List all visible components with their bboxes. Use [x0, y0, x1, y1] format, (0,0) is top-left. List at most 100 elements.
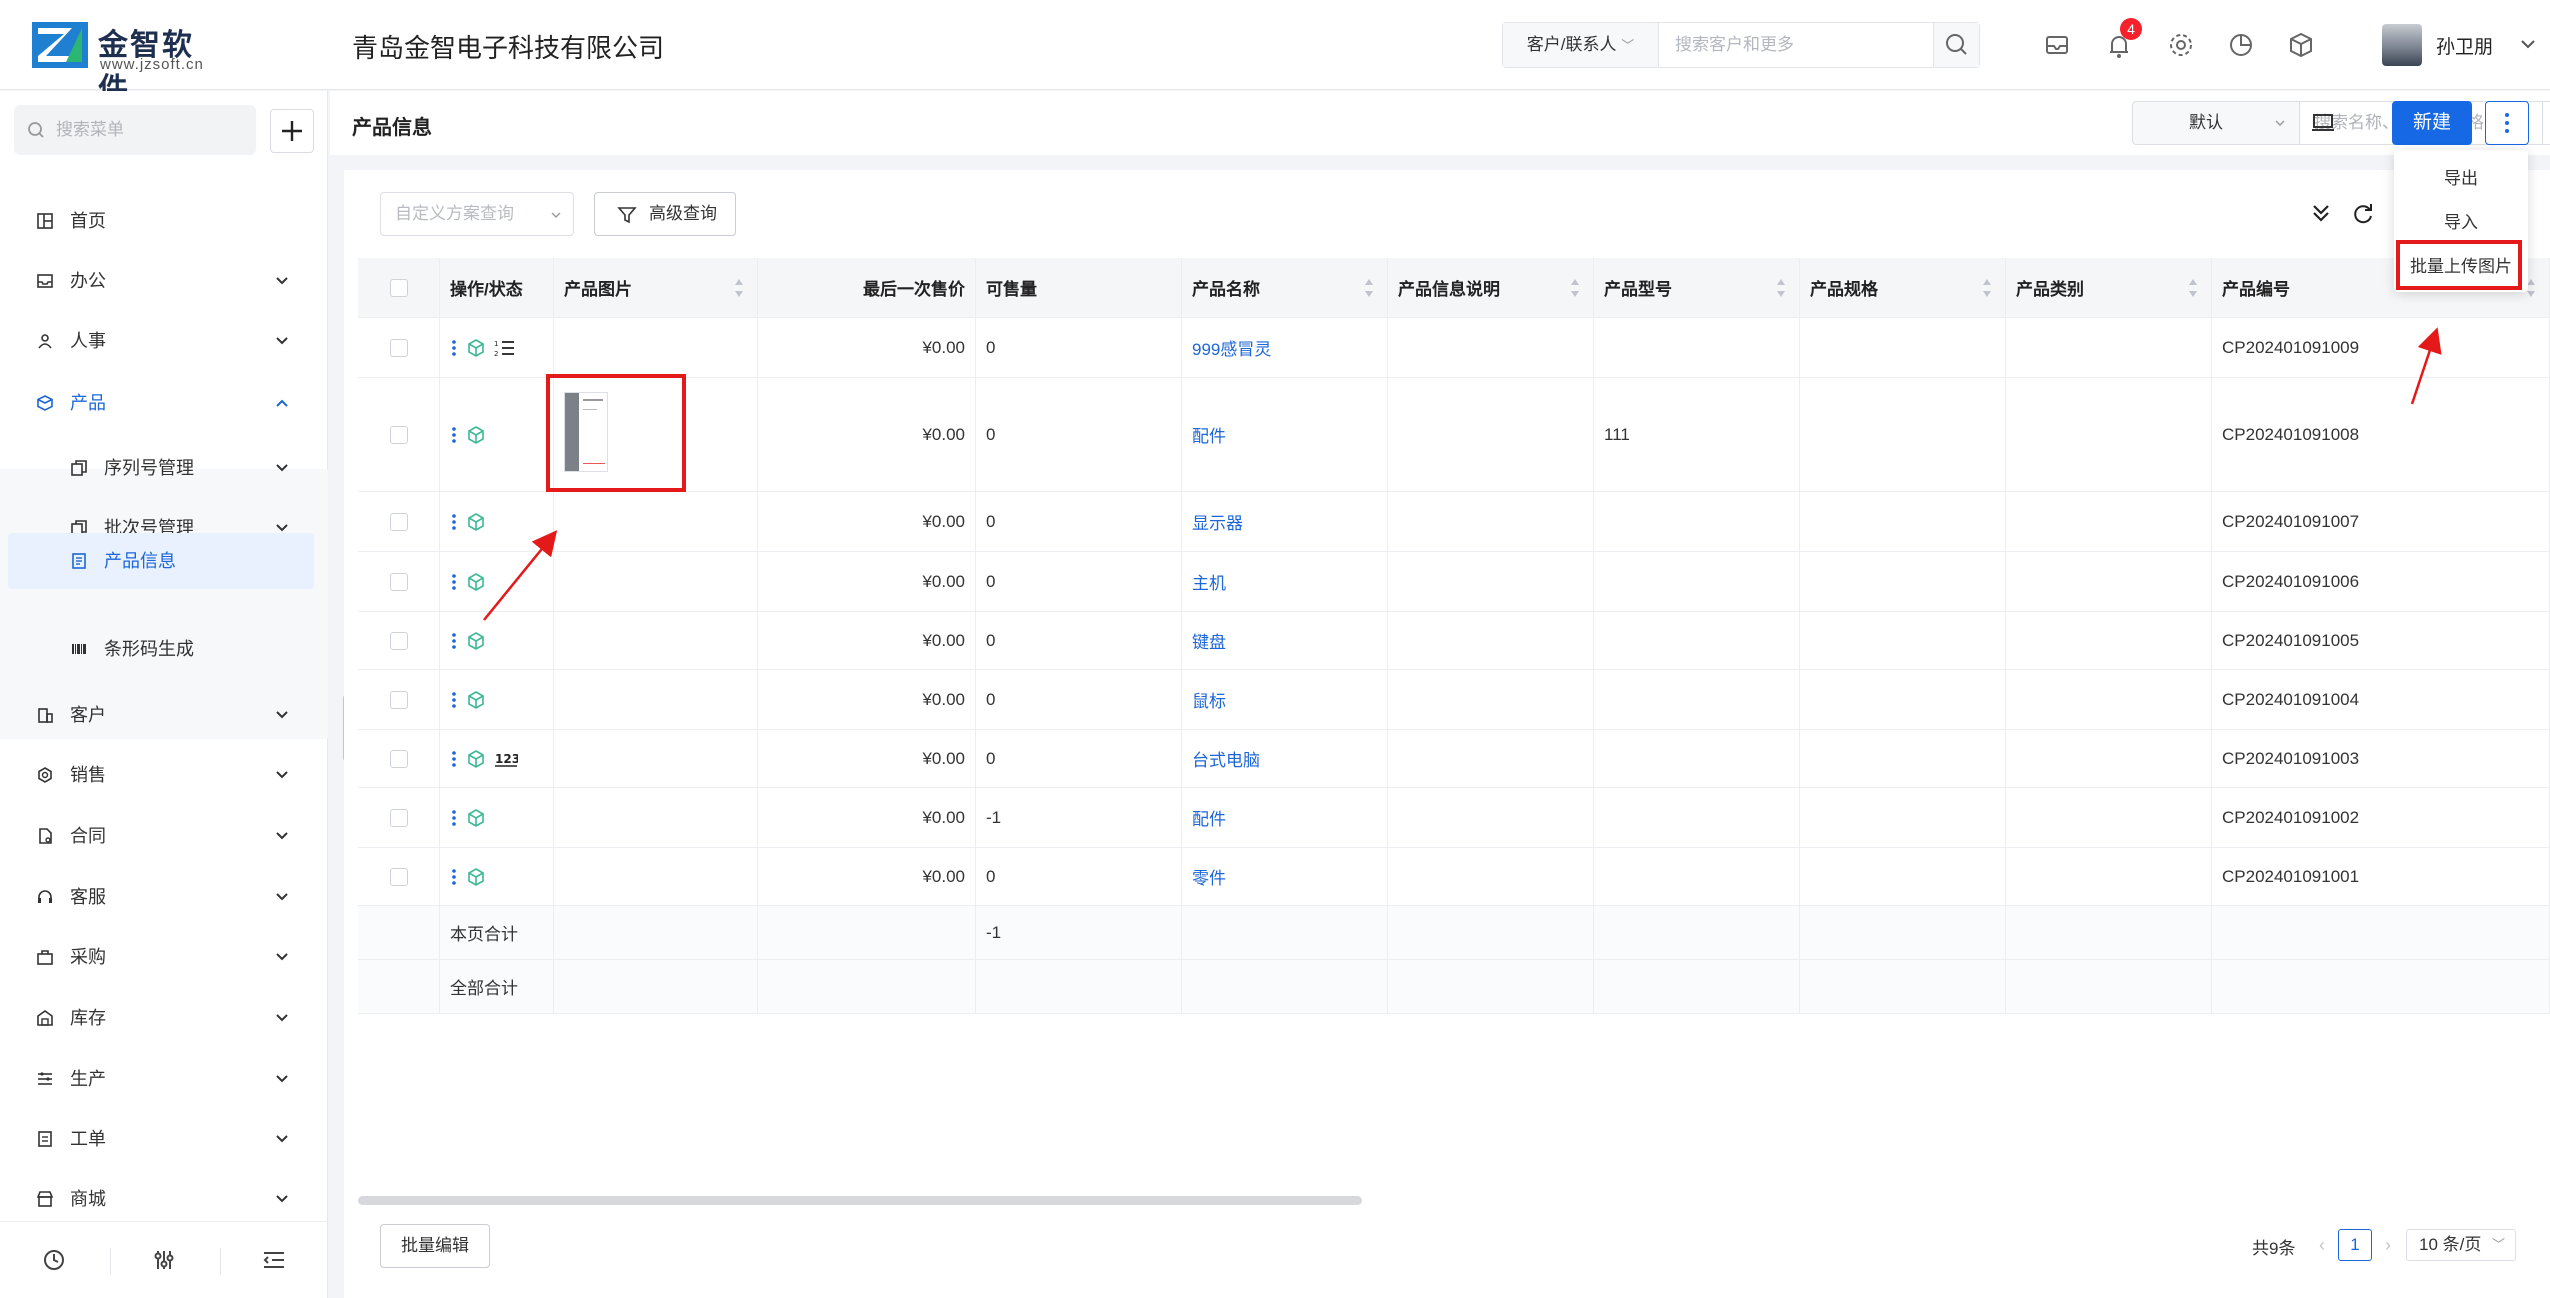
sidebar-item-purchase[interactable]: 采购 — [0, 927, 328, 987]
cube-icon[interactable] — [466, 808, 486, 828]
menu-search-input[interactable]: 搜索菜单 — [56, 105, 124, 155]
row-select-cell[interactable] — [358, 670, 440, 729]
sidebar-item-service[interactable]: 客服 — [0, 867, 328, 927]
ops-cell[interactable] — [440, 788, 554, 847]
import-menu-item[interactable]: 导入 — [2394, 202, 2528, 244]
history-icon[interactable] — [40, 1246, 68, 1274]
monitor-icon[interactable] — [2310, 111, 2336, 135]
search-scope-select[interactable]: 客户/联系人 ﹀ — [1503, 23, 1659, 67]
row-select-cell[interactable] — [358, 492, 440, 551]
row-select-cell[interactable] — [358, 848, 440, 905]
row-checkbox[interactable] — [389, 338, 408, 357]
next-page-button[interactable]: › — [2378, 1230, 2398, 1260]
image-cell[interactable] — [554, 492, 758, 551]
more-vertical-icon[interactable] — [450, 512, 458, 532]
cube-icon[interactable] — [466, 425, 486, 445]
sidebar-item-workorder[interactable]: 工单 — [0, 1109, 328, 1169]
ops-cell[interactable] — [440, 848, 554, 905]
sidebar-item-home[interactable]: 首页 — [0, 191, 328, 251]
column-header[interactable]: 产品信息说明 — [1388, 258, 1594, 317]
sort-icon[interactable] — [1363, 276, 1375, 300]
page-number[interactable]: 1 — [2338, 1229, 2372, 1261]
image-cell[interactable] — [554, 552, 758, 611]
sidebar-item-production[interactable]: 生产 — [0, 1049, 328, 1109]
column-header[interactable]: 产品规格 — [1800, 258, 2006, 317]
table-row[interactable]: ¥0.000零件CP202401091001正常 — [358, 848, 2550, 906]
sidebar-item-hr[interactable]: 人事 — [0, 311, 328, 371]
double-chevron-down-icon[interactable] — [2308, 200, 2334, 226]
row-select-cell[interactable] — [358, 318, 440, 377]
select-all-checkbox[interactable] — [389, 278, 408, 297]
row-select-cell[interactable] — [358, 730, 440, 787]
more-vertical-icon[interactable] — [450, 572, 458, 592]
global-search-input[interactable]: 搜索客户和更多 — [1675, 23, 1794, 67]
product-name-link[interactable]: 键盘 — [1182, 612, 1388, 669]
sidebar-item-inventory[interactable]: 库存 — [0, 988, 328, 1048]
more-vertical-icon[interactable] — [450, 808, 458, 828]
more-vertical-icon[interactable] — [450, 425, 458, 445]
image-cell[interactable] — [554, 670, 758, 729]
sidebar-item-product-info[interactable]: 产品信息 — [8, 533, 314, 589]
export-menu-item[interactable]: 导出 — [2394, 158, 2528, 200]
horizontal-scrollbar[interactable] — [358, 1196, 1362, 1205]
product-name-link[interactable]: 台式电脑 — [1182, 730, 1388, 787]
image-cell[interactable] — [554, 788, 758, 847]
new-button[interactable]: 新建 — [2392, 101, 2472, 145]
product-name-link[interactable]: 配件 — [1182, 788, 1388, 847]
more-vertical-icon[interactable] — [450, 867, 458, 887]
product-name-link[interactable]: 999感冒灵 — [1182, 318, 1388, 377]
sort-icon[interactable] — [2187, 276, 2199, 300]
row-checkbox[interactable] — [389, 749, 408, 768]
view-select[interactable]: 默认 — [2132, 101, 2300, 145]
cube-icon[interactable] — [466, 867, 486, 887]
sliders-icon[interactable] — [150, 1246, 178, 1274]
cube-icon[interactable] — [2284, 28, 2318, 62]
table-row[interactable]: ¥0.000配件111CP202401091008正常 — [358, 378, 2550, 492]
row-checkbox[interactable] — [389, 867, 408, 886]
sort-icon[interactable] — [1775, 276, 1787, 300]
scheme-query-select[interactable]: 自定义方案查询 — [380, 192, 574, 236]
image-cell[interactable] — [554, 848, 758, 905]
ops-cell[interactable] — [440, 670, 554, 729]
more-vertical-icon[interactable] — [450, 749, 458, 769]
sidebar-item-contract[interactable]: 合同 — [0, 806, 328, 866]
bulk-edit-button[interactable]: 批量编辑 — [380, 1224, 490, 1268]
row-select-cell[interactable] — [358, 612, 440, 669]
gear-icon[interactable] — [2164, 28, 2198, 62]
cube-icon[interactable] — [466, 690, 486, 710]
image-cell[interactable] — [554, 318, 758, 377]
more-button[interactable] — [2485, 101, 2529, 145]
column-header[interactable]: 产品名称 — [1182, 258, 1388, 317]
product-name-link[interactable]: 零件 — [1182, 848, 1388, 905]
ops-cell[interactable]: 123 — [440, 730, 554, 787]
advanced-query-button[interactable]: 高级查询 — [594, 192, 736, 236]
cube-icon[interactable] — [466, 572, 486, 592]
ops-cell[interactable] — [440, 552, 554, 611]
cube-icon[interactable] — [466, 512, 486, 532]
add-menu-button[interactable] — [270, 109, 314, 153]
sidebar-item-serial[interactable]: 序列号管理 — [0, 438, 328, 498]
row-checkbox[interactable] — [389, 690, 408, 709]
table-row[interactable]: ¥0.000主机CP202401091006正常 — [358, 552, 2550, 612]
row-select-cell[interactable] — [358, 552, 440, 611]
more-vertical-icon[interactable] — [450, 631, 458, 651]
refresh-icon[interactable] — [2350, 200, 2376, 226]
avatar[interactable] — [2382, 24, 2422, 66]
product-name-link[interactable]: 配件 — [1182, 378, 1388, 491]
more-vertical-icon[interactable] — [450, 690, 458, 710]
row-checkbox[interactable] — [389, 512, 408, 531]
select-all-cell[interactable] — [358, 258, 440, 317]
column-header[interactable]: 产品类别 — [2006, 258, 2212, 317]
sidebar-item-barcode[interactable]: 条形码生成 — [0, 619, 328, 679]
sidebar-item-sales[interactable]: 销售 — [0, 745, 328, 805]
sidebar-item-customer[interactable]: 客户 — [0, 685, 328, 745]
ops-cell[interactable]: 12 — [440, 318, 554, 377]
row-select-cell[interactable] — [358, 788, 440, 847]
cube-icon[interactable] — [466, 631, 486, 651]
table-row[interactable]: ¥0.000鼠标CP202401091004正常 — [358, 670, 2550, 730]
serial-number-icon[interactable]: 123 — [494, 749, 518, 769]
column-header[interactable]: 产品图片 — [554, 258, 758, 317]
sidebar-item-mall[interactable]: 商城 — [0, 1169, 328, 1229]
image-cell[interactable] — [554, 612, 758, 669]
username[interactable]: 孙卫朋 — [2436, 32, 2493, 59]
